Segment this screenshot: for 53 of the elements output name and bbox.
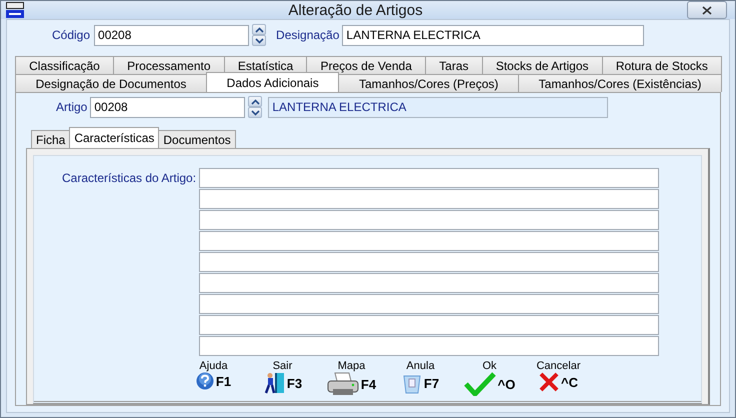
input-field[interactable]: [199, 189, 660, 209]
app-icon: [6, 2, 24, 18]
cross-icon: [539, 372, 559, 392]
help-icon: [196, 372, 214, 390]
designation-field[interactable]: LANTERNA ELECTRICA: [342, 24, 644, 46]
tab[interactable]: Características: [69, 127, 160, 148]
input-field[interactable]: [199, 294, 660, 314]
code-label: Código: [52, 28, 90, 42]
tab[interactable]: Ficha: [31, 130, 70, 148]
window-title: Alteração de Artigos: [287, 2, 424, 18]
chevron-up-icon: [250, 98, 260, 104]
toolbar-button[interactable]: Anula F7: [386, 360, 455, 396]
article-label: Artigo: [56, 100, 88, 114]
toolbar-button[interactable]: Mapa F4: [317, 360, 386, 396]
toolbar-button[interactable]: Cancelar ^C: [524, 360, 593, 396]
tab[interactable]: Processamento: [113, 56, 225, 74]
input-field[interactable]: [199, 210, 660, 230]
tab[interactable]: Stocks de Artigos: [482, 56, 603, 74]
toolbar-button[interactable]: Sair F3: [248, 360, 317, 396]
tab[interactable]: Classificação: [15, 56, 114, 74]
article-code-field[interactable]: 00208: [90, 96, 246, 118]
toolbar-button[interactable]: Ajuda F1: [179, 360, 248, 396]
input-field[interactable]: [199, 168, 660, 188]
checkmark-icon: [464, 372, 496, 396]
input-field[interactable]: [199, 273, 660, 293]
input-field[interactable]: [199, 315, 660, 335]
printer-icon: [326, 372, 359, 396]
designation-label: Designação: [276, 28, 340, 42]
toolbar-button[interactable]: Ok ^O: [455, 360, 524, 396]
person-door-icon: [262, 372, 285, 394]
tab[interactable]: Designação de Documentos: [15, 74, 208, 92]
tab[interactable]: Tamanhos/Cores (Preços): [338, 74, 520, 92]
spin-down-button[interactable]: [248, 107, 262, 118]
chevron-up-icon: [254, 26, 264, 32]
article-name-field: LANTERNA ELECTRICA: [268, 96, 608, 118]
tab[interactable]: Rotura de Stocks: [602, 56, 722, 74]
close-button[interactable]: [687, 1, 727, 19]
chevron-down-icon: [250, 110, 260, 116]
tab[interactable]: Documentos: [158, 130, 236, 148]
input-field[interactable]: [199, 231, 660, 251]
tab[interactable]: Dados Adicionais: [206, 72, 340, 92]
input-field[interactable]: [199, 336, 660, 356]
chevron-down-icon: [254, 38, 264, 44]
input-field[interactable]: [199, 252, 660, 272]
characteristics-label: Características do Artigo:: [62, 171, 196, 187]
spin-up-button[interactable]: [252, 24, 266, 35]
tab[interactable]: Taras: [425, 56, 483, 74]
spin-down-button[interactable]: [252, 35, 266, 46]
spin-up-button[interactable]: [248, 96, 262, 107]
tab[interactable]: Tamanhos/Cores (Existências): [518, 74, 722, 92]
code-field[interactable]: 00208: [94, 24, 250, 46]
tab[interactable]: Preços de Venda: [306, 56, 426, 74]
close-icon: [702, 6, 712, 14]
